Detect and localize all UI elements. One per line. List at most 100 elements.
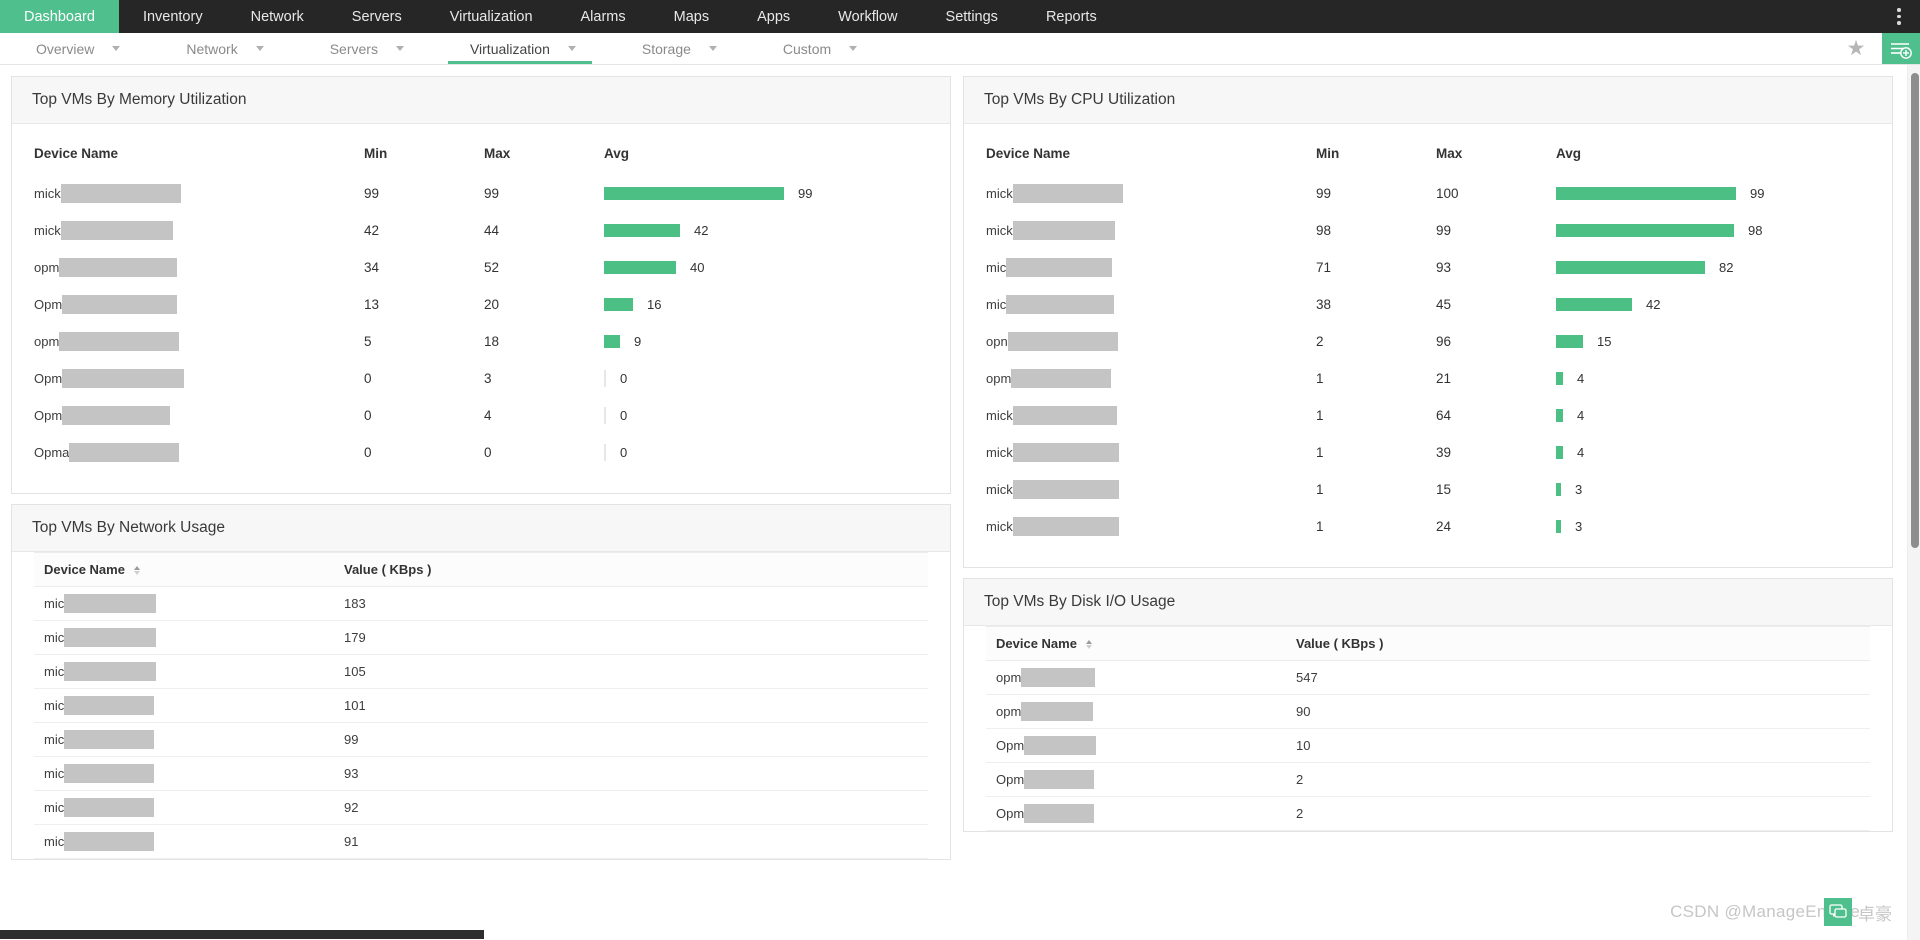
table-row[interactable]: Opm 2: [986, 796, 1870, 831]
topnav-item-maps[interactable]: Maps: [650, 0, 733, 33]
avg-bar: [1556, 261, 1705, 274]
table-row[interactable]: Opma 0 0 0: [34, 434, 928, 471]
sort-arrows-icon[interactable]: [133, 566, 140, 576]
table-row[interactable]: mick 1 15 3: [986, 471, 1870, 508]
table-row[interactable]: mic 93: [34, 756, 928, 791]
table-row[interactable]: mick 42 44 42: [34, 212, 928, 249]
table-row[interactable]: mick 99 100 99: [986, 175, 1870, 212]
table-row[interactable]: mick 99 99 99: [34, 175, 928, 212]
avg-bar: [604, 335, 620, 348]
chevron-down-icon[interactable]: [567, 46, 576, 51]
cell-device-name: opm: [34, 249, 364, 286]
column-device-name[interactable]: Device Name: [34, 124, 364, 175]
table-row[interactable]: mick 1 24 3: [986, 508, 1870, 545]
device-name-text: Opm: [996, 738, 1025, 753]
sort-arrows-icon[interactable]: [1085, 640, 1092, 650]
subnav-item-servers[interactable]: Servers: [294, 33, 434, 64]
topnav-item-network[interactable]: Network: [227, 0, 328, 33]
table-row[interactable]: Opm 0 3 0: [34, 360, 928, 397]
device-name-text: Opm: [996, 772, 1025, 787]
topnav-item-virtualization[interactable]: Virtualization: [426, 0, 557, 33]
column-label: Device Name: [996, 636, 1077, 651]
column-min[interactable]: Min: [1316, 124, 1436, 175]
device-name-text: mic: [44, 698, 65, 713]
device-name-text: opm: [34, 334, 60, 349]
kebab-menu-icon[interactable]: [1888, 4, 1910, 30]
subnav-item-custom[interactable]: Custom: [747, 33, 887, 64]
vertical-scrollbar-thumb[interactable]: [1910, 73, 1919, 548]
subnav-item-virtualization[interactable]: Virtualization: [434, 33, 606, 64]
avg-bar: [604, 187, 784, 200]
subnav-item-network[interactable]: Network: [150, 33, 293, 64]
topnav-item-settings[interactable]: Settings: [922, 0, 1022, 33]
chevron-down-icon[interactable]: [255, 46, 264, 51]
table-row[interactable]: mick 1 39 4: [986, 434, 1870, 471]
dashboard-content: Top VMs By Memory Utilization Device Nam…: [0, 65, 1920, 940]
table-row[interactable]: mick 98 99 98: [986, 212, 1870, 249]
topnav-item-inventory[interactable]: Inventory: [119, 0, 227, 33]
topnav-item-workflow[interactable]: Workflow: [814, 0, 921, 33]
table-row[interactable]: mic 38 45 42: [986, 286, 1870, 323]
add-widget-button[interactable]: [1882, 33, 1920, 64]
table-row[interactable]: mic 101: [34, 688, 928, 723]
chevron-down-icon[interactable]: [112, 46, 121, 51]
column-device-name[interactable]: Device Name: [986, 124, 1316, 175]
cell-value: 90: [1286, 694, 1870, 729]
table-row[interactable]: mic 105: [34, 654, 928, 689]
table-row[interactable]: mick 1 64 4: [986, 397, 1870, 434]
table-row[interactable]: Opm 0 4 0: [34, 397, 928, 434]
horizontal-scrollbar[interactable]: [0, 929, 1907, 940]
network-usage-table: Device Name Value ( KBps ) mic 183 mic 179 m…: [34, 552, 928, 859]
column-device-name[interactable]: Device Name: [986, 626, 1286, 661]
dashboard-sub-navigation: Overview Network Servers Virtualization Stor…: [0, 33, 1920, 65]
column-value[interactable]: Value ( KBps ): [1286, 626, 1870, 661]
redacted-device-name: [64, 832, 155, 851]
topnav-item-apps[interactable]: Apps: [733, 0, 814, 33]
device-name-text: opm: [986, 371, 1012, 386]
table-row[interactable]: mic 91: [34, 824, 928, 859]
table-row[interactable]: Opm 2: [986, 762, 1870, 797]
column-avg[interactable]: Avg: [1556, 124, 1870, 175]
table-row[interactable]: Opm 13 20 16: [34, 286, 928, 323]
chevron-down-icon[interactable]: [708, 46, 717, 51]
favorite-button[interactable]: ★: [1830, 33, 1882, 64]
horizontal-scrollbar-thumb[interactable]: [0, 930, 484, 939]
table-row[interactable]: mic 92: [34, 790, 928, 825]
subnav-item-overview[interactable]: Overview: [0, 33, 150, 64]
column-device-name[interactable]: Device Name: [34, 552, 334, 587]
table-row[interactable]: mic 71 93 82: [986, 249, 1870, 286]
avg-bar: [604, 444, 606, 461]
column-max[interactable]: Max: [1436, 124, 1556, 175]
table-row[interactable]: opm 90: [986, 694, 1870, 729]
redacted-device-name: [64, 594, 157, 613]
topnav-item-servers[interactable]: Servers: [328, 0, 426, 33]
table-row[interactable]: mic 99: [34, 722, 928, 757]
column-avg[interactable]: Avg: [604, 124, 928, 175]
table-row[interactable]: mic 179: [34, 620, 928, 655]
table-row[interactable]: opm 34 52 40: [34, 249, 928, 286]
column-value[interactable]: Value ( KBps ): [334, 552, 928, 587]
vertical-scrollbar[interactable]: [1907, 65, 1920, 940]
chevron-down-icon[interactable]: [849, 46, 858, 51]
cell-device-name: Opm: [986, 762, 1286, 797]
cell-value: 105: [334, 654, 928, 689]
topnav-item-alarms[interactable]: Alarms: [557, 0, 650, 33]
panel-title: Top VMs By CPU Utilization: [984, 91, 1176, 108]
cell-min: 42: [364, 223, 380, 238]
cell-max: 52: [484, 260, 500, 275]
topnav-item-dashboard[interactable]: Dashboard: [0, 0, 119, 33]
topnav-item-reports[interactable]: Reports: [1022, 0, 1121, 33]
table-row[interactable]: opm 1 21 4: [986, 360, 1870, 397]
table-row[interactable]: Opm 10: [986, 728, 1870, 763]
cell-value: 183: [334, 586, 928, 621]
column-max[interactable]: Max: [484, 124, 604, 175]
table-row[interactable]: mic 183: [34, 586, 928, 621]
avg-value: 4: [1577, 371, 1585, 386]
chevron-down-icon[interactable]: [395, 46, 404, 51]
subnav-item-storage[interactable]: Storage: [606, 33, 747, 64]
table-row[interactable]: opn 2 96 15: [986, 323, 1870, 360]
table-row[interactable]: opm 5 18 9: [34, 323, 928, 360]
redacted-device-name: [1021, 668, 1096, 687]
column-min[interactable]: Min: [364, 124, 484, 175]
table-row[interactable]: opm 547: [986, 660, 1870, 695]
